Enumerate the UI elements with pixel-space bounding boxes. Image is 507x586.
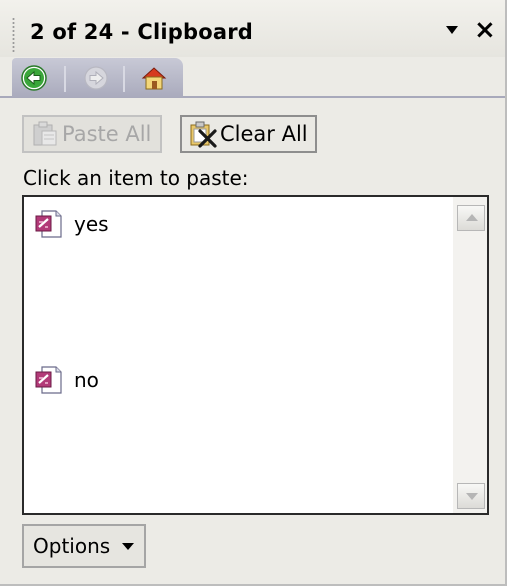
clipboard-item-label: yes (74, 212, 109, 236)
chevron-down-icon (122, 542, 135, 550)
clipboard-item[interactable]: no (34, 363, 99, 397)
nav-separator (64, 66, 66, 92)
paste-all-icon (33, 121, 57, 146)
title-bar: 2 of 24 - Clipboard × (0, 0, 505, 57)
paste-all-button[interactable]: Paste All (22, 115, 162, 153)
instruction-label: Click an item to paste: (23, 166, 249, 190)
scroll-down-arrow-icon (466, 493, 478, 500)
clear-all-icon (190, 121, 217, 148)
pane-menu-dropdown-icon[interactable] (446, 26, 458, 34)
scroll-up-arrow-icon (466, 214, 478, 221)
office-doc-icon (35, 366, 62, 394)
clear-all-button[interactable]: Clear All (180, 115, 317, 153)
pane-title: 2 of 24 - Clipboard (30, 20, 254, 44)
clipboard-item-label: no (74, 368, 99, 392)
clipboard-item[interactable]: yes (34, 207, 109, 241)
navigation-bar (12, 58, 183, 98)
scroll-down-button[interactable] (457, 483, 485, 509)
clipboard-task-pane: 2 of 24 - Clipboard × Paste All Clear Al… (0, 0, 507, 586)
options-button[interactable]: Options (22, 524, 146, 568)
back-icon[interactable] (20, 64, 48, 92)
paste-all-label: Paste All (62, 122, 152, 146)
drag-grip-handle[interactable] (12, 17, 15, 53)
nav-separator (123, 66, 125, 92)
forward-icon[interactable] (82, 64, 110, 92)
vertical-scrollbar[interactable] (453, 197, 487, 513)
clipboard-items-list: yes no (22, 195, 489, 515)
close-icon[interactable]: × (474, 16, 496, 44)
home-icon[interactable] (140, 64, 168, 92)
scroll-up-button[interactable] (457, 205, 485, 231)
options-label: Options (33, 534, 111, 558)
office-doc-icon (35, 210, 62, 238)
clear-all-label: Clear All (220, 122, 308, 146)
